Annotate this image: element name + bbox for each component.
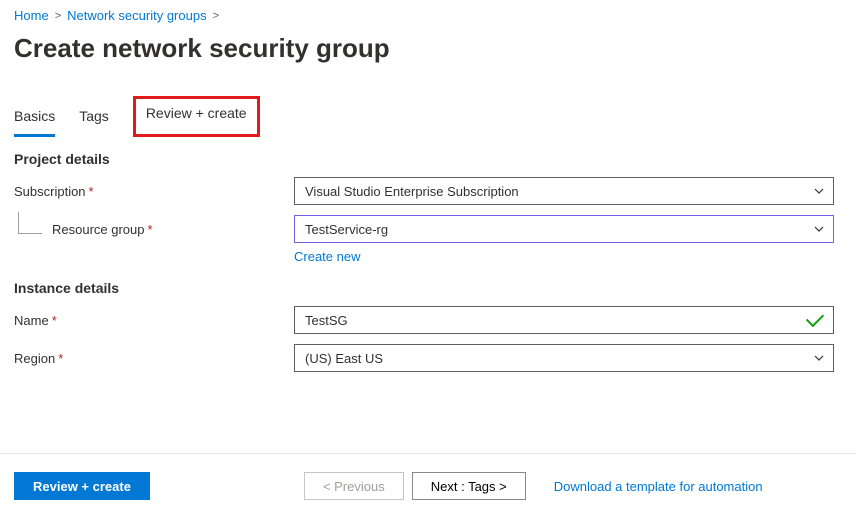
row-subscription: Subscription* Visual Studio Enterprise S… (14, 177, 842, 205)
name-value: TestSG (305, 313, 348, 328)
chevron-down-icon (813, 352, 825, 364)
region-label: Region* (14, 351, 294, 366)
subscription-select[interactable]: Visual Studio Enterprise Subscription (294, 177, 834, 205)
next-button[interactable]: Next : Tags > (412, 472, 526, 500)
resource-group-select[interactable]: TestService-rg (294, 215, 834, 243)
page-title: Create network security group (0, 27, 856, 84)
tab-basics[interactable]: Basics (14, 100, 55, 137)
breadcrumb: Home > Network security groups > (0, 0, 856, 27)
project-details-heading: Project details (14, 151, 842, 167)
name-field[interactable]: TestSG (294, 306, 834, 334)
subscription-label: Subscription* (14, 184, 294, 199)
instance-details-heading: Instance details (14, 280, 842, 296)
tab-tags[interactable]: Tags (79, 100, 109, 137)
subscription-value: Visual Studio Enterprise Subscription (305, 184, 519, 199)
review-create-button[interactable]: Review + create (14, 472, 150, 500)
tabs: Basics Tags Review + create (0, 100, 856, 137)
region-value: (US) East US (305, 351, 383, 366)
row-region: Region* (US) East US (14, 344, 842, 372)
chevron-down-icon (813, 223, 825, 235)
download-template-link[interactable]: Download a template for automation (554, 479, 763, 494)
row-resource-group: Resource group* TestService-rg (14, 215, 842, 243)
indent-connector (18, 212, 42, 234)
section-project-details: Project details Subscription* Visual Stu… (0, 137, 856, 264)
create-new-link[interactable]: Create new (294, 249, 360, 264)
resource-group-label: Resource group* (14, 222, 294, 237)
row-name: Name* TestSG (14, 306, 842, 334)
chevron-right-icon: > (55, 10, 61, 22)
previous-button[interactable]: < Previous (304, 472, 404, 500)
chevron-down-icon (813, 185, 825, 197)
chevron-right-icon: > (213, 10, 219, 22)
tab-review-create[interactable]: Review + create (133, 96, 260, 137)
breadcrumb-nsg[interactable]: Network security groups (67, 8, 206, 23)
section-instance-details: Instance details Name* TestSG Region* (U… (0, 274, 856, 372)
name-label: Name* (14, 313, 294, 328)
breadcrumb-home[interactable]: Home (14, 8, 49, 23)
region-select[interactable]: (US) East US (294, 344, 834, 372)
resource-group-value: TestService-rg (305, 222, 388, 237)
footer: Review + create < Previous Next : Tags >… (0, 453, 856, 518)
